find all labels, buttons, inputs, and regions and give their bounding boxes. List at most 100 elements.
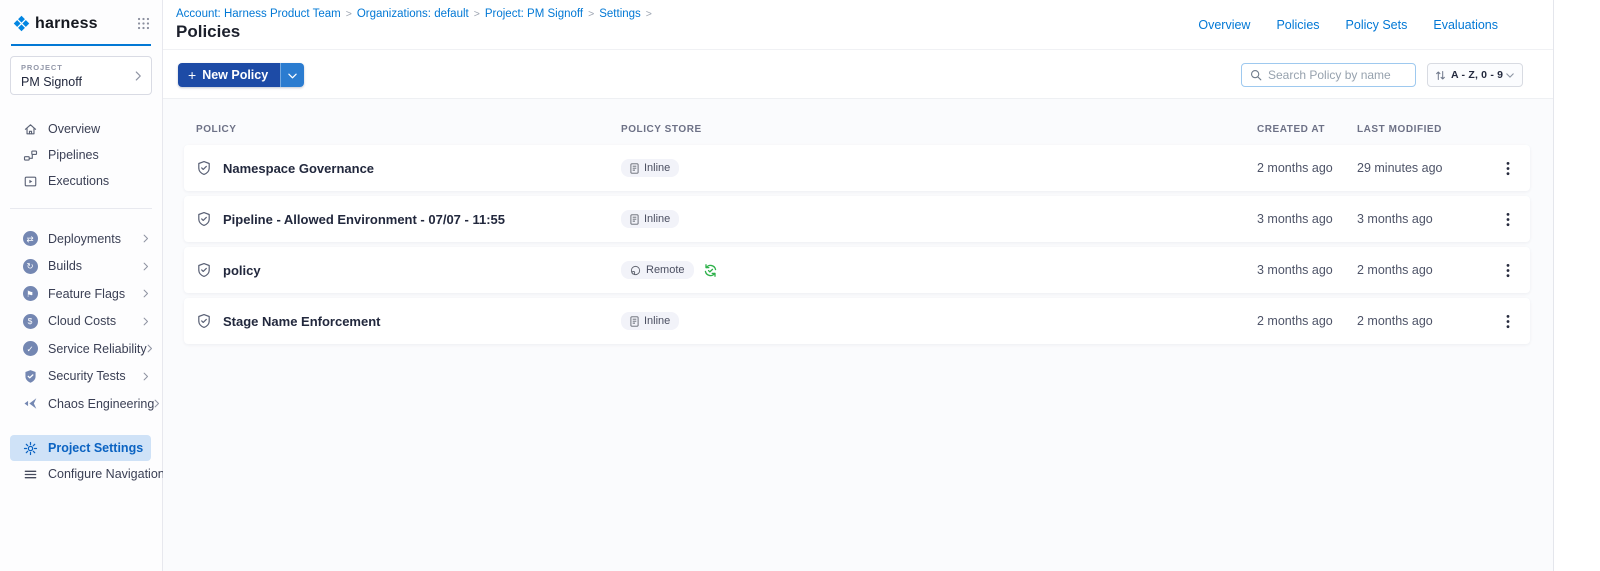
new-policy-split-button: + New Policy bbox=[178, 63, 304, 87]
chevron-right-icon bbox=[154, 399, 160, 408]
policy-shield-icon bbox=[196, 262, 212, 278]
sidebar-item-overview[interactable]: Overview bbox=[0, 116, 161, 142]
policy-store-label: Remote bbox=[646, 264, 685, 276]
sidebar-divider bbox=[10, 208, 152, 209]
builds-icon: ↻ bbox=[22, 258, 38, 274]
new-policy-label: New Policy bbox=[202, 68, 268, 82]
column-header: LAST MODIFIED bbox=[1357, 124, 1486, 135]
last-modified: 2 months ago bbox=[1357, 314, 1486, 328]
table-row[interactable]: Pipeline - Allowed Environment - 07/07 -… bbox=[184, 196, 1530, 242]
right-gutter bbox=[1553, 0, 1600, 571]
chevron-right-icon bbox=[135, 70, 142, 81]
service-reliability-icon: ✓ bbox=[22, 341, 38, 357]
policy-store-label: Inline bbox=[644, 315, 670, 327]
sidebar-item-feature-flags[interactable]: ⚑ Feature Flags bbox=[0, 280, 161, 308]
row-menu-button[interactable] bbox=[1502, 261, 1514, 280]
sidebar-item-project-settings[interactable]: Project Settings bbox=[10, 435, 151, 461]
harness-logo-icon bbox=[12, 14, 31, 33]
created-at: 3 months ago bbox=[1257, 263, 1357, 277]
main-region: Account: Harness Product Team > Organiza… bbox=[163, 0, 1553, 571]
sidebar-top-nav: Overview Pipelines Executions bbox=[0, 116, 161, 194]
breadcrumb-separator: > bbox=[588, 8, 594, 20]
plus-icon: + bbox=[188, 67, 196, 83]
sidebar-item-cloud-costs[interactable]: $ Cloud Costs bbox=[0, 308, 161, 336]
nav-policies[interactable]: Policies bbox=[1276, 18, 1319, 32]
created-at: 2 months ago bbox=[1257, 314, 1357, 328]
doc-icon bbox=[630, 214, 639, 225]
chevron-right-icon bbox=[143, 317, 149, 326]
sidebar-item-deployments[interactable]: ⇄ Deployments bbox=[0, 225, 161, 253]
menu-icon bbox=[22, 466, 38, 482]
sort-label: A - Z, 0 - 9 bbox=[1451, 69, 1503, 81]
created-at: 3 months ago bbox=[1257, 212, 1357, 226]
policy-shield-icon bbox=[196, 160, 212, 176]
last-modified: 29 minutes ago bbox=[1357, 161, 1486, 175]
feature-flags-icon: ⚑ bbox=[22, 286, 38, 302]
breadcrumb-link[interactable]: Account: Harness Product Team bbox=[176, 8, 341, 20]
breadcrumb-link[interactable]: Settings bbox=[599, 8, 641, 20]
breadcrumb-link[interactable]: Project: PM Signoff bbox=[485, 8, 583, 20]
chevron-down-icon bbox=[1506, 73, 1514, 78]
chevron-down-icon bbox=[288, 66, 297, 84]
brand-accent-divider bbox=[11, 44, 151, 46]
table-row[interactable]: Namespace Governance Inline 2 months ago… bbox=[184, 145, 1530, 191]
policy-name: Namespace Governance bbox=[223, 161, 374, 176]
sidebar-item-executions[interactable]: Executions bbox=[0, 168, 161, 194]
row-menu-button[interactable] bbox=[1502, 312, 1514, 331]
row-menu-button[interactable] bbox=[1502, 159, 1514, 178]
sort-dropdown[interactable]: A - Z, 0 - 9 bbox=[1427, 63, 1523, 87]
new-policy-button[interactable]: + New Policy bbox=[178, 63, 280, 87]
project-label: PROJECT bbox=[21, 63, 141, 72]
gear-icon bbox=[22, 440, 38, 456]
project-selector[interactable]: PROJECT PM Signoff bbox=[10, 56, 152, 95]
sidebar-item-service-reliability[interactable]: ✓ Service Reliability bbox=[0, 335, 161, 363]
table-row[interactable]: Stage Name Enforcement Inline 2 months a… bbox=[184, 298, 1530, 344]
breadcrumb-link[interactable]: Organizations: default bbox=[357, 8, 469, 20]
nav-policy-sets[interactable]: Policy Sets bbox=[1346, 18, 1408, 32]
toolbar: + New Policy A - Z, 0 - 9 bbox=[163, 50, 1553, 99]
chaos-engineering-icon bbox=[22, 396, 38, 412]
top-nav: Overview Policies Policy Sets Evaluation… bbox=[1198, 18, 1498, 32]
chevron-right-icon bbox=[143, 262, 149, 271]
column-header: POLICY bbox=[196, 124, 621, 135]
sidebar-item-pipelines[interactable]: Pipelines bbox=[0, 142, 161, 168]
chevron-right-icon bbox=[143, 234, 149, 243]
sidebar-item-security-tests[interactable]: Security Tests bbox=[0, 363, 161, 391]
sidebar-item-builds[interactable]: ↻ Builds bbox=[0, 253, 161, 281]
page-header: Account: Harness Product Team > Organiza… bbox=[163, 0, 1553, 50]
brand-name: harness bbox=[35, 15, 98, 33]
policies-table: Namespace Governance Inline 2 months ago… bbox=[184, 145, 1530, 344]
home-icon bbox=[22, 121, 38, 137]
app-launcher-icon[interactable] bbox=[137, 17, 150, 30]
search-input[interactable] bbox=[1268, 68, 1407, 82]
project-name: PM Signoff bbox=[21, 75, 141, 89]
column-header: CREATED AT bbox=[1257, 124, 1357, 135]
sidebar-item-chaos-engineering[interactable]: Chaos Engineering bbox=[0, 390, 161, 418]
table-header: POLICY POLICY STORE CREATED AT LAST MODI… bbox=[184, 122, 1530, 136]
brand-logo[interactable]: harness bbox=[0, 0, 162, 43]
policy-store-badge: Remote bbox=[621, 261, 694, 279]
security-tests-icon bbox=[22, 368, 38, 384]
screen: harness PROJECT PM Signoff Overview Pipe… bbox=[0, 0, 1600, 571]
policy-shield-icon bbox=[196, 313, 212, 329]
cloud-costs-icon: $ bbox=[22, 313, 38, 329]
sidebar: harness PROJECT PM Signoff Overview Pipe… bbox=[0, 0, 163, 571]
chevron-right-icon bbox=[143, 289, 149, 298]
last-modified: 3 months ago bbox=[1357, 212, 1486, 226]
nav-overview[interactable]: Overview bbox=[1198, 18, 1250, 32]
sidebar-item-configure-navigation[interactable]: Configure Navigation bbox=[10, 461, 151, 487]
chevron-right-icon bbox=[143, 372, 149, 381]
row-menu-button[interactable] bbox=[1502, 210, 1514, 229]
search-box bbox=[1241, 63, 1416, 87]
deployments-icon: ⇄ bbox=[22, 231, 38, 247]
policies-content: POLICY POLICY STORE CREATED AT LAST MODI… bbox=[163, 99, 1553, 571]
search-icon bbox=[1250, 69, 1262, 81]
executions-icon bbox=[22, 173, 38, 189]
chevron-right-icon bbox=[147, 344, 153, 353]
table-row[interactable]: policy Remote 3 months ago 2 months ago bbox=[184, 247, 1530, 293]
policy-store-label: Inline bbox=[644, 213, 670, 225]
sidebar-bottom-nav: Project Settings Configure Navigation bbox=[0, 435, 161, 487]
sidebar-module-nav: ⇄ Deployments ↻ Builds ⚑ Feature Flags $… bbox=[0, 225, 161, 418]
nav-evaluations[interactable]: Evaluations bbox=[1433, 18, 1498, 32]
new-policy-dropdown-button[interactable] bbox=[280, 63, 304, 87]
